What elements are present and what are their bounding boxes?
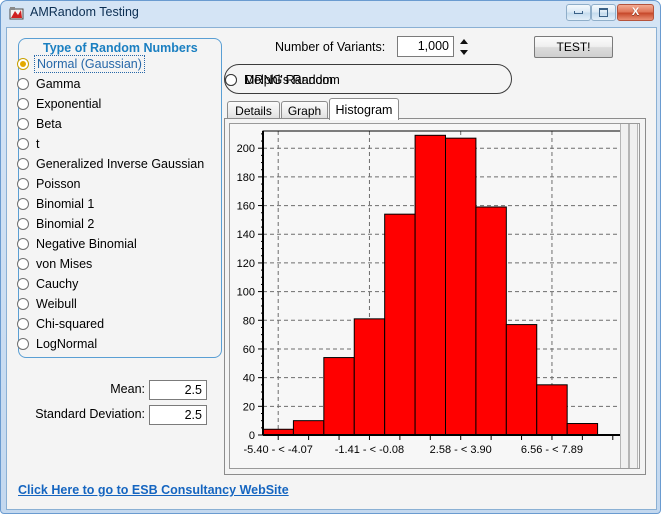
svg-text:6.56 - < 7.89: 6.56 - < 7.89 [521,444,583,456]
minimize-button[interactable] [566,4,591,21]
generator-groupbox: Delphi's Random MRNG Random [224,64,512,94]
radio-normal-gaussian[interactable]: Normal (Gaussian) [17,54,143,73]
radio-icon [17,58,29,70]
tab-graph[interactable]: Graph [281,101,328,119]
tab-details[interactable]: Details [227,101,280,119]
esb-website-link[interactable]: Click Here to go to ESB Consultancy WebS… [18,483,289,497]
maximize-icon [592,5,615,20]
stddev-field-row: Standard Deviation: 2.5 [17,405,207,425]
radio-cauchy[interactable]: Cauchy [17,274,78,293]
radio-icon [17,318,29,330]
svg-text:160: 160 [237,201,255,213]
chart-scrollbar-inner[interactable] [629,124,638,469]
svg-text:20: 20 [243,401,255,413]
radio-negative-binomial[interactable]: Negative Binomial [17,234,137,253]
svg-text:40: 40 [243,373,255,385]
spinner-up-icon[interactable] [457,36,470,46]
radio-label: Generalized Inverse Gaussian [36,157,204,171]
radio-icon [17,118,29,130]
radio-exponential[interactable]: Exponential [17,94,101,113]
radio-icon [17,178,29,190]
radio-binomial-2[interactable]: Binomial 2 [17,214,94,233]
variants-spinner[interactable] [457,36,470,57]
radio-poisson[interactable]: Poisson [17,174,80,193]
radio-label: Poisson [36,177,80,191]
radio-icon [225,74,237,86]
minimize-icon [567,5,590,20]
radio-label: Binomial 1 [36,197,94,211]
radio-icon [17,198,29,210]
svg-text:180: 180 [237,172,255,184]
random-type-groupbox-caption: Type of Random Numbers [39,41,202,55]
radio-icon [17,218,29,230]
radio-icon [17,338,29,350]
maximize-button[interactable] [591,4,616,21]
tab-strip: Details Graph Histogram [224,98,646,118]
histogram-chart-panel: 0 20 40 60 80 100 120 140 160 180 200 -5.40 - < -4.… [229,123,640,469]
test-button[interactable]: TEST! [534,36,613,58]
stddev-input[interactable]: 2.5 [149,405,207,425]
radio-weibull[interactable]: Weibull [17,294,77,313]
svg-text:-5.40 - < -4.07: -5.40 - < -4.07 [244,444,313,456]
radio-label: Negative Binomial [36,237,137,251]
mean-label: Mean: [110,382,145,396]
radio-gamma[interactable]: Gamma [17,74,80,93]
radio-label: von Mises [36,257,92,271]
radio-label: t [36,137,39,151]
variants-input[interactable]: 1,000 [397,36,454,57]
variants-label: Number of Variants: [275,40,385,54]
radio-icon [17,158,29,170]
svg-text:80: 80 [243,315,255,327]
radio-mrng-random[interactable]: MRNG Random [225,70,333,89]
radio-label: Binomial 2 [36,217,94,231]
chart-scrollbar-outer[interactable] [620,124,629,469]
radio-icon [17,238,29,250]
radio-label: LogNormal [36,337,97,351]
close-button[interactable]: X [617,4,654,21]
svg-text:100: 100 [237,287,255,299]
application-window: AMRandom Testing X Type of Random Number… [0,0,661,514]
close-icon: X [618,5,653,20]
radio-icon [17,98,29,110]
mean-field-row: Mean: 2.5 [67,380,207,400]
tab-histogram[interactable]: Histogram [329,98,399,120]
svg-text:0: 0 [249,430,255,442]
radio-beta[interactable]: Beta [17,114,62,133]
title-bar: AMRandom Testing X [1,1,661,26]
svg-text:-1.41 - < -0.08: -1.41 - < -0.08 [335,444,404,456]
client-area: Type of Random Numbers Normal (Gaussian)… [6,27,657,510]
radio-icon [17,278,29,290]
radio-label: Weibull [36,297,77,311]
radio-label: Exponential [36,97,101,111]
radio-lognormal[interactable]: LogNormal [17,334,97,353]
radio-label: Normal (Gaussian) [36,57,143,71]
radio-binomial-1[interactable]: Binomial 1 [17,194,94,213]
radio-label: MRNG Random [244,73,333,87]
spinner-down-icon[interactable] [457,47,470,57]
radio-label: Gamma [36,77,80,91]
radio-von-mises[interactable]: von Mises [17,254,92,273]
radio-icon [17,298,29,310]
radio-icon [17,78,29,90]
radio-label: Cauchy [36,277,78,291]
svg-text:120: 120 [237,258,255,270]
radio-generalized-inverse-gaussian[interactable]: Generalized Inverse Gaussian [17,154,204,173]
window-title: AMRandom Testing [30,5,139,19]
radio-icon [17,138,29,150]
radio-label: Chi-squared [36,317,104,331]
svg-text:200: 200 [237,143,255,155]
svg-text:2.58 - < 3.90: 2.58 - < 3.90 [430,444,492,456]
app-icon [9,6,25,22]
radio-label: Beta [36,117,62,131]
svg-text:140: 140 [237,229,255,241]
radio-icon [17,258,29,270]
stddev-label: Standard Deviation: [35,407,145,421]
histogram-chart: 0 20 40 60 80 100 120 140 160 180 200 -5.40 - < -4.… [230,124,639,468]
radio-chi-squared[interactable]: Chi-squared [17,314,104,333]
svg-text:60: 60 [243,344,255,356]
mean-input[interactable]: 2.5 [149,380,207,400]
radio-t[interactable]: t [17,134,39,153]
tab-page-histogram: 0 20 40 60 80 100 120 140 160 180 200 -5.40 - < -4.… [224,118,646,475]
